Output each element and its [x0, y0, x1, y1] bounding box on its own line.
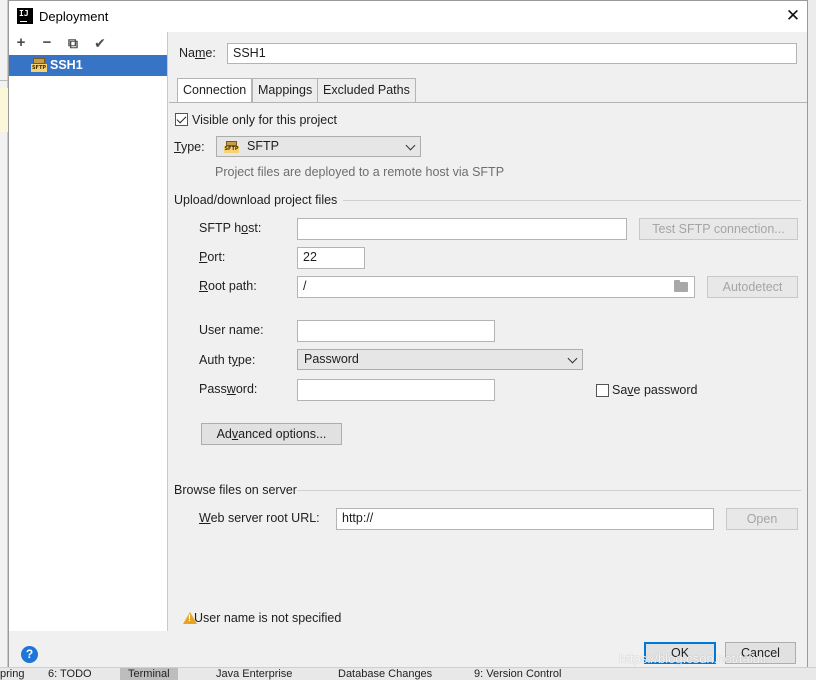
- sftp-host-input[interactable]: [297, 218, 627, 240]
- password-input[interactable]: [297, 379, 495, 401]
- add-icon[interactable]: +: [10, 33, 32, 53]
- watermark: https://blog.csdn.net/taiuli: [619, 651, 766, 666]
- auth-type-label: Auth type:: [199, 353, 256, 367]
- tab-connection[interactable]: Connection: [177, 78, 253, 103]
- dialog-title: Deployment: [39, 9, 109, 24]
- ide-tab-terminal[interactable]: Terminal: [120, 668, 178, 680]
- sftp-host-label: SFTP host:: [199, 221, 262, 235]
- chevron-down-icon: [567, 353, 578, 364]
- save-password-checkbox[interactable]: [596, 384, 609, 397]
- check-icon[interactable]: ✔: [89, 33, 111, 53]
- name-input[interactable]: SSH1: [227, 43, 797, 64]
- upload-section-title: Upload/download project files: [174, 193, 338, 207]
- user-name-label: User name:: [199, 323, 264, 337]
- browse-section-title: Browse files on server: [174, 483, 297, 497]
- web-root-label: Web server root URL:: [199, 511, 320, 525]
- test-connection-button[interactable]: Test SFTP connection...: [639, 218, 798, 240]
- deployment-dialog: IJ Deployment ✕ + − ⧉ ✔ SFTP SSH1 Name: …: [8, 0, 808, 667]
- tabs-separator: [169, 102, 807, 103]
- root-path-label: Root path:: [199, 279, 257, 293]
- auth-type-value: Password: [304, 352, 359, 366]
- port-input[interactable]: 22: [297, 247, 365, 269]
- server-list-item[interactable]: SFTP SSH1: [9, 55, 167, 76]
- ide-tool-window-bar: pring 6: TODO Terminal Java Enterprise D…: [0, 667, 816, 680]
- port-label: Port:: [199, 250, 226, 264]
- root-path-input[interactable]: /: [297, 276, 695, 298]
- auth-type-combobox[interactable]: Password: [297, 349, 583, 370]
- sftp-icon: SFTP: [224, 141, 239, 153]
- user-name-input[interactable]: [297, 320, 495, 342]
- type-label: Type:: [174, 140, 205, 154]
- ide-tab-version-control[interactable]: 9: Version Control: [474, 668, 561, 680]
- name-label: Name:: [179, 46, 216, 60]
- type-description: Project files are deployed to a remote h…: [215, 165, 505, 179]
- tab-excluded-paths[interactable]: Excluded Paths: [317, 78, 416, 102]
- section-divider: [297, 490, 801, 491]
- visible-only-label: Visible only for this project: [192, 113, 337, 127]
- server-name-label: SSH1: [50, 58, 83, 72]
- help-icon[interactable]: ?: [21, 646, 38, 663]
- ide-tab-database-changes[interactable]: Database Changes: [338, 668, 432, 680]
- copy-icon[interactable]: ⧉: [62, 33, 84, 53]
- section-divider: [343, 200, 801, 201]
- ide-tab-spring[interactable]: pring: [0, 668, 24, 680]
- visible-only-checkbox[interactable]: [175, 113, 188, 126]
- ide-tab-todo[interactable]: 6: TODO: [48, 668, 92, 680]
- type-value: SFTP: [247, 139, 279, 153]
- web-root-input[interactable]: http://: [336, 508, 714, 530]
- server-list-toolbar: + − ⧉ ✔: [9, 32, 167, 54]
- remove-icon[interactable]: −: [36, 33, 58, 53]
- ide-right-gutter: [808, 0, 816, 680]
- password-label: Password:: [199, 382, 258, 396]
- type-combobox[interactable]: SFTP SFTP: [216, 136, 421, 157]
- open-button[interactable]: Open: [726, 508, 798, 530]
- root-path-value: /: [303, 279, 307, 293]
- sftp-server-icon: SFTP: [31, 58, 47, 73]
- save-password-label: Save password: [612, 383, 698, 397]
- tab-mappings[interactable]: Mappings: [252, 78, 319, 102]
- ide-tab-java-enterprise[interactable]: Java Enterprise: [216, 668, 292, 680]
- chevron-down-icon: [405, 140, 416, 151]
- server-list-pane: + − ⧉ ✔ SFTP SSH1: [9, 32, 168, 631]
- folder-icon[interactable]: [674, 280, 688, 292]
- warning-message: User name is not specified: [194, 611, 342, 625]
- autodetect-button[interactable]: Autodetect: [707, 276, 798, 298]
- title-bar[interactable]: IJ Deployment ✕: [9, 1, 807, 32]
- ide-left-gutter: [0, 0, 8, 680]
- intellij-logo-icon: IJ: [17, 8, 33, 24]
- close-button[interactable]: ✕: [779, 1, 807, 32]
- advanced-options-button[interactable]: Advanced options...: [201, 423, 342, 445]
